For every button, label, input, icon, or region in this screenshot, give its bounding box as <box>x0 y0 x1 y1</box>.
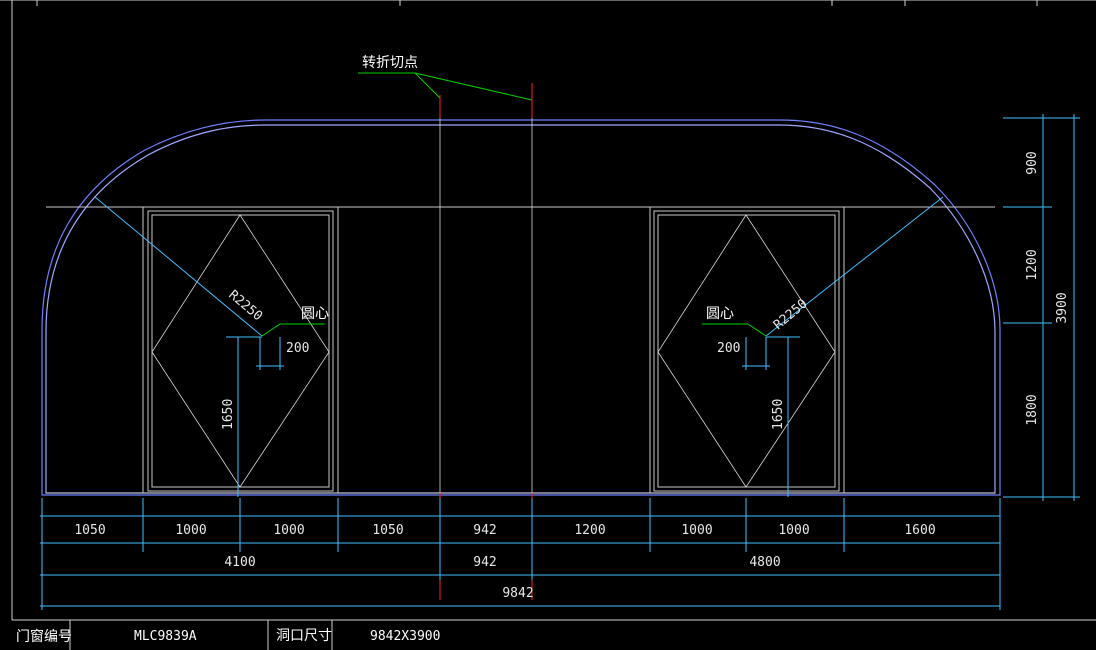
dim-overall-height: 3900 <box>1055 292 1070 323</box>
dim-5: 942 <box>473 523 496 538</box>
dim-right-total: 4800 <box>749 555 780 570</box>
offset-dimensions <box>226 336 800 370</box>
dim-2: 1000 <box>175 523 206 538</box>
dim-middle: 942 <box>473 555 496 570</box>
dim-top-segment: 900 <box>1025 151 1040 174</box>
bottom-dimension-row-1: 1050 1000 1000 1050 942 1200 1000 1000 1… <box>74 523 935 538</box>
window-outline <box>41 119 1001 496</box>
center-lines <box>439 100 533 493</box>
dim-6: 1200 <box>574 523 605 538</box>
window-code-value: MLC9839A <box>134 629 197 644</box>
dim-4: 1050 <box>372 523 403 538</box>
center-right-label: 圆心 <box>706 306 734 322</box>
cad-drawing: 转折切点 R2250 R2250 圆心 圆心 200 200 1650 1650 <box>0 0 1096 650</box>
dim-left-total: 4100 <box>224 555 255 570</box>
center-left-label: 圆心 <box>301 306 329 322</box>
height-left-label: 1650 <box>221 399 236 430</box>
height-dimensions <box>237 337 789 497</box>
dim-8: 1000 <box>778 523 809 538</box>
window-code-label: 门窗编号 <box>16 628 72 645</box>
break-point-label: 转折切点 <box>362 55 418 71</box>
radius-lines <box>94 196 944 337</box>
radius-left-label: R2250 <box>225 288 265 325</box>
radius-right-label: R2250 <box>771 296 811 333</box>
dim-3: 1000 <box>273 523 304 538</box>
dim-9: 1600 <box>904 523 935 538</box>
dim-1: 1050 <box>74 523 105 538</box>
dim-middle-segment: 1200 <box>1025 249 1040 280</box>
break-point-leader <box>358 72 533 101</box>
window-frame <box>46 206 995 494</box>
dim-7: 1000 <box>681 523 712 538</box>
dim-overall-width: 9842 <box>502 586 533 601</box>
offset-right-label: 200 <box>717 341 740 356</box>
offset-left-label: 200 <box>286 341 309 356</box>
height-right-label: 1650 <box>771 399 786 430</box>
opening-size-value: 9842X3900 <box>370 629 440 644</box>
bottom-dimension-row-2: 4100 942 4800 <box>224 555 780 570</box>
dim-bottom-segment: 1800 <box>1025 394 1040 425</box>
opening-size-label: 洞口尺寸 <box>276 628 332 644</box>
